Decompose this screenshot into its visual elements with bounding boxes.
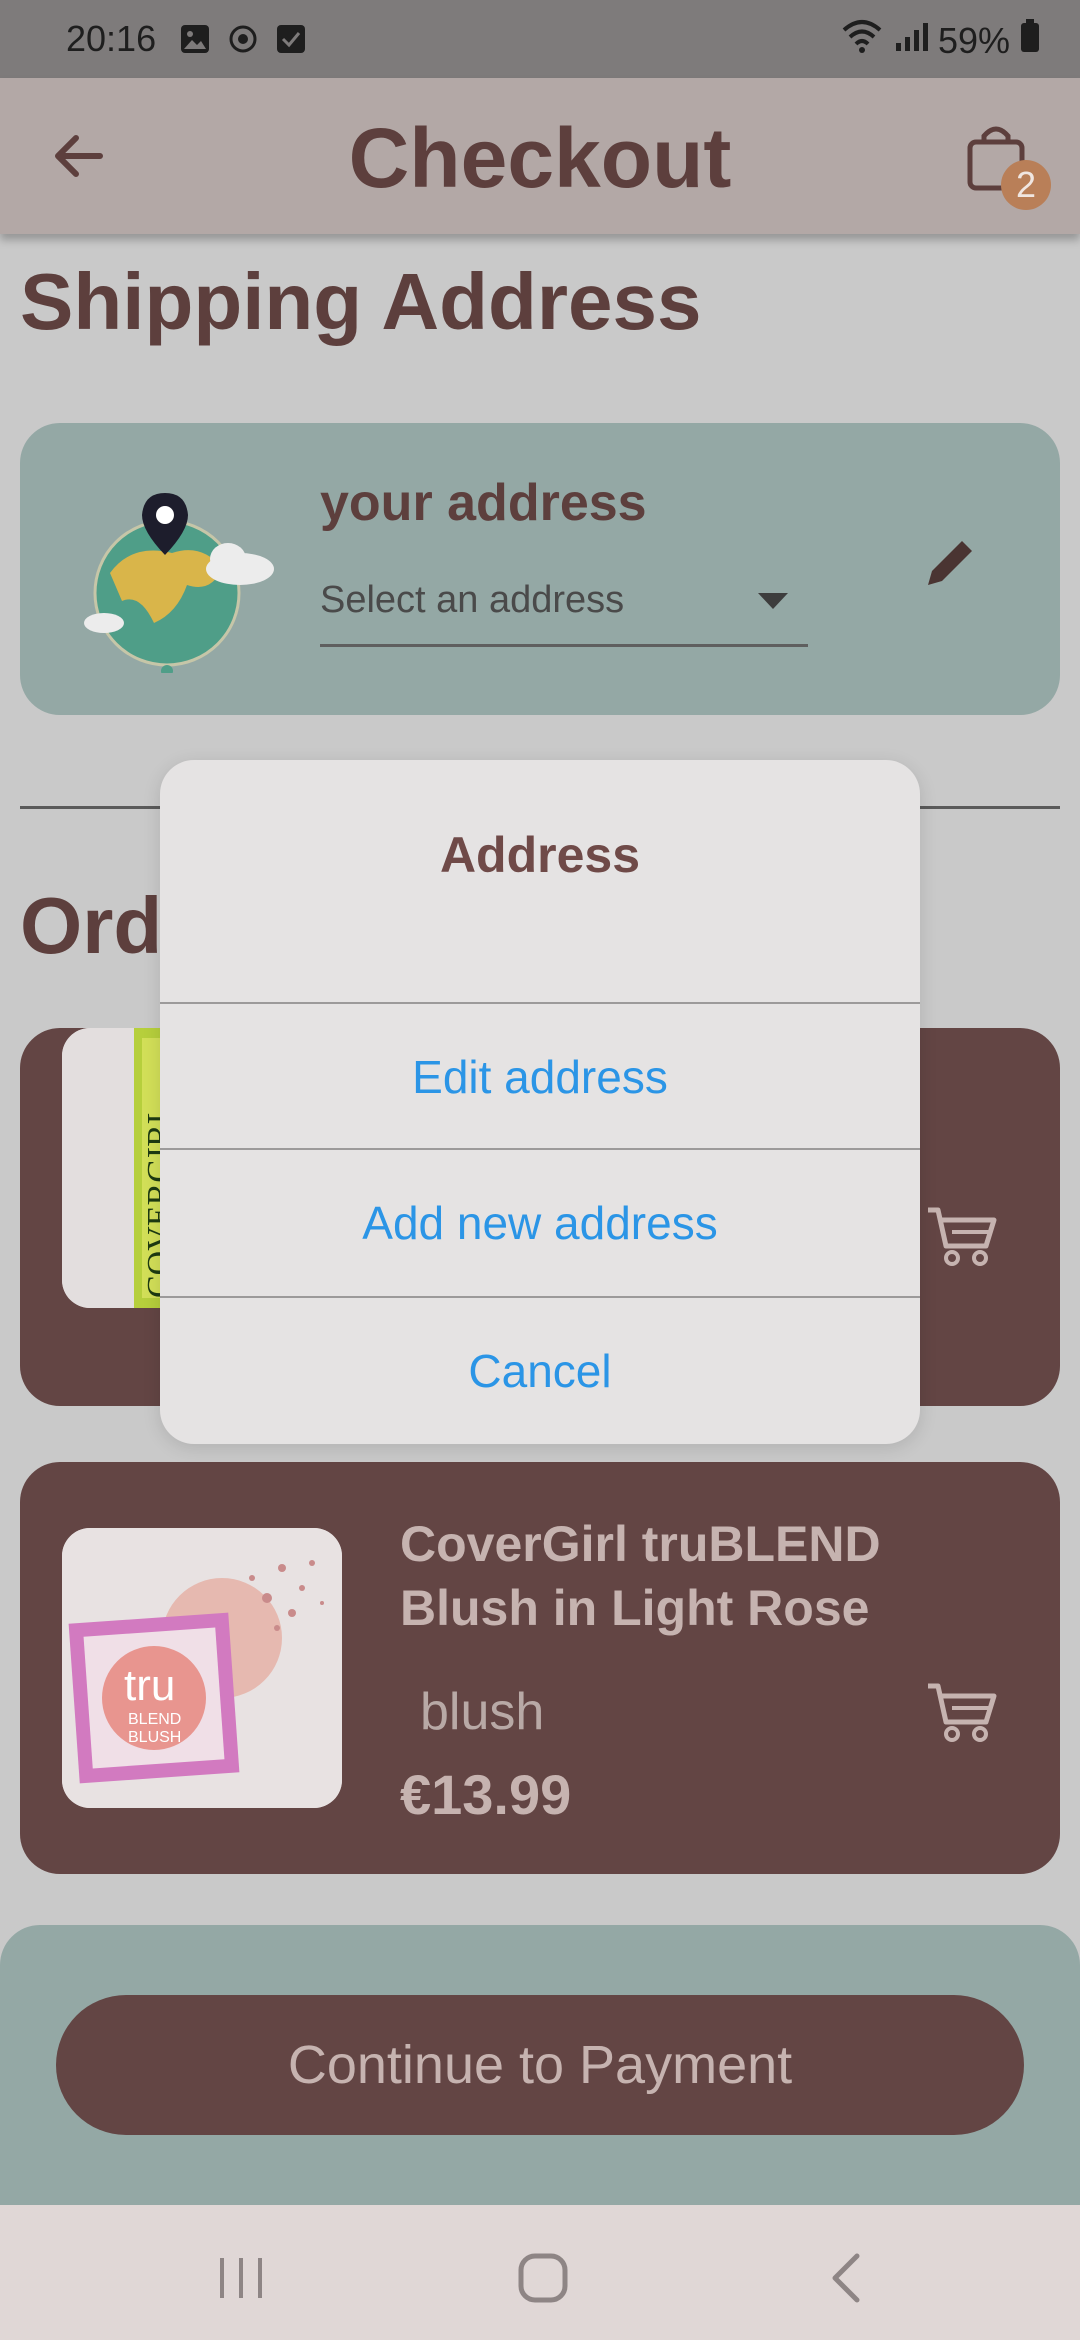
wifi-icon <box>840 18 884 63</box>
pencil-icon <box>928 541 972 585</box>
cancel-option[interactable]: Cancel <box>160 1296 920 1442</box>
system-nav-bar <box>0 2205 1080 2340</box>
svg-text:BLUSH: BLUSH <box>128 1729 181 1746</box>
home-button[interactable] <box>508 2243 578 2313</box>
edit-address-option[interactable]: Edit address <box>160 1002 920 1148</box>
check-box-icon <box>274 22 308 56</box>
address-select-text: Select an address <box>320 579 625 621</box>
edit-address-button[interactable] <box>920 533 980 593</box>
order-item-card[interactable]: tru BLEND BLUSH CoverGirl truBLEND Blush… <box>20 1462 1060 1874</box>
checkout-footer: Continue to Payment <box>0 1925 1080 2205</box>
recents-icon <box>220 2258 262 2298</box>
svg-text:tru: tru <box>124 1661 175 1710</box>
globe-pin-icon <box>82 473 302 677</box>
add-new-address-option[interactable]: Add new address <box>160 1148 920 1294</box>
battery-percent: 59% <box>937 19 1010 61</box>
svg-text:BLEND: BLEND <box>128 1711 181 1728</box>
app-bar: Checkout <box>0 78 1080 234</box>
cart-count-badge: 2 <box>1001 160 1051 210</box>
recents-button[interactable] <box>206 2243 276 2313</box>
status-bar: 20:16 59% <box>0 0 1080 78</box>
product-image: tru BLEND BLUSH <box>62 1528 342 1808</box>
product-price: €13.99 <box>400 1763 572 1826</box>
home-icon <box>518 2253 568 2303</box>
cart-icon <box>928 1683 997 1742</box>
nav-back-icon <box>832 2253 860 2303</box>
product-name: CoverGirl truBLEND Blush in Light Rose <box>400 1516 881 1636</box>
address-label: your address <box>320 474 647 532</box>
add-to-cart-button[interactable] <box>926 1204 998 1268</box>
signal-icon <box>894 20 928 62</box>
image-icon <box>178 22 212 56</box>
shipping-section-title: Shipping Address <box>20 257 702 346</box>
address-card: your address Select an address <box>20 423 1060 715</box>
address-action-dialog: Address Edit address Add new address Can… <box>160 760 920 1444</box>
dialog-title: Address <box>439 827 641 883</box>
battery-icon <box>1020 19 1040 62</box>
status-time: 20:16 <box>66 18 157 59</box>
sync-icon <box>226 22 260 56</box>
chevron-down-icon <box>758 593 788 609</box>
add-to-cart-button[interactable] <box>926 1680 998 1744</box>
continue-to-payment-button[interactable]: Continue to Payment <box>56 1995 1024 2135</box>
order-section-title: Ord <box>20 881 163 970</box>
address-select-dropdown[interactable]: Select an address <box>320 563 808 647</box>
page-title: Checkout <box>348 111 732 205</box>
nav-back-button[interactable] <box>812 2243 882 2313</box>
product-category: blush <box>420 1683 545 1741</box>
cart-icon <box>928 1207 997 1266</box>
